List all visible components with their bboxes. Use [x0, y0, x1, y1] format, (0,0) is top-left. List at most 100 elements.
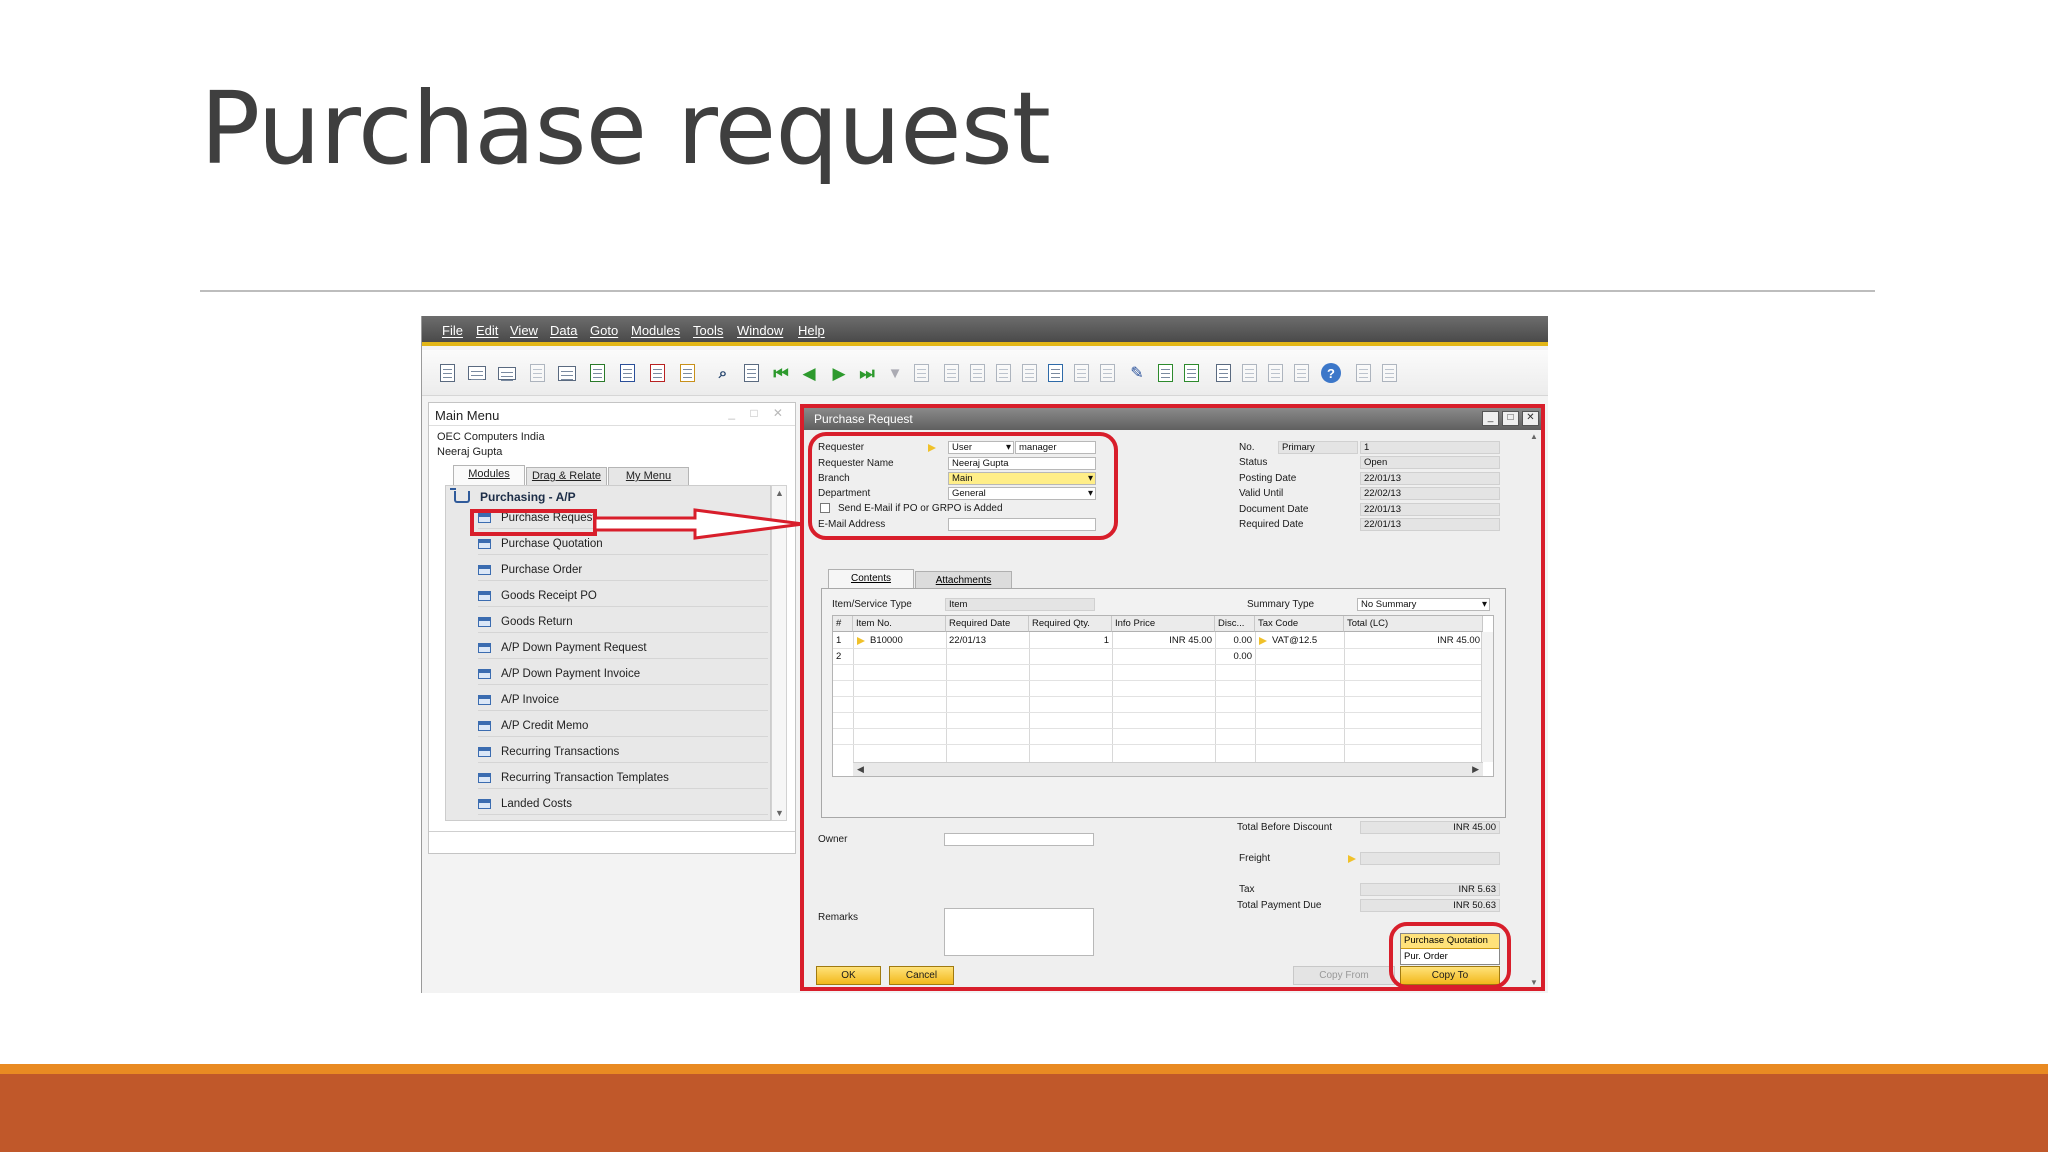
next-record-icon[interactable]: ▶ — [828, 362, 850, 384]
main-menu-window-buttons[interactable]: _ □ ✕ — [728, 406, 789, 420]
menu-edit[interactable]: Edit — [476, 323, 498, 338]
structure-icon[interactable] — [1290, 362, 1312, 384]
base-document-icon[interactable] — [940, 362, 962, 384]
excel-icon[interactable] — [586, 362, 608, 384]
tab-attachments[interactable]: Attachments — [915, 571, 1012, 589]
link-arrow-icon[interactable] — [857, 637, 865, 645]
menu-item-recurring-transactions[interactable]: Recurring Transactions — [478, 741, 768, 763]
close-icon[interactable]: ✕ — [1522, 411, 1539, 426]
link-arrow-icon[interactable] — [1259, 637, 1267, 645]
maximize-icon[interactable]: □ — [1502, 411, 1519, 426]
column-header-discount[interactable]: Disc... — [1215, 616, 1255, 632]
menu-file[interactable]: File — [442, 323, 463, 338]
cell-total[interactable] — [1344, 649, 1483, 665]
scroll-left-icon[interactable]: ◀ — [857, 764, 864, 775]
cell-tax-code[interactable] — [1269, 649, 1344, 665]
approve-icon[interactable] — [1180, 362, 1202, 384]
ok-button[interactable]: OK — [816, 966, 881, 985]
menu-item-recurring-transaction-templates[interactable]: Recurring Transaction Templates — [478, 767, 768, 789]
cell-required-date[interactable]: 22/01/13 — [946, 633, 1029, 649]
column-header-required-date[interactable]: Required Date — [946, 616, 1029, 632]
tab-drag-relate[interactable]: Drag & Relate — [526, 467, 607, 485]
doc-number-field[interactable]: 1 — [1360, 441, 1500, 454]
menu-view[interactable]: View — [510, 323, 538, 338]
document-date-field[interactable]: 22/01/13 — [1360, 503, 1500, 516]
summary-type-select[interactable]: No Summary — [1357, 598, 1490, 611]
menu-item-ap-down-payment-invoice[interactable]: A/P Down Payment Invoice — [478, 663, 768, 685]
menu-item-ap-credit-memo[interactable]: A/P Credit Memo — [478, 715, 768, 737]
menu-tools[interactable]: Tools — [693, 323, 723, 338]
new-icon[interactable] — [1154, 362, 1176, 384]
scroll-up-icon[interactable]: ▲ — [1530, 432, 1538, 441]
menu-goto[interactable]: Goto — [590, 323, 618, 338]
query-icon[interactable] — [1212, 362, 1234, 384]
menu-modules[interactable]: Modules — [631, 323, 680, 338]
menu-item-goods-return[interactable]: Goods Return — [478, 611, 768, 633]
cell-info-price[interactable]: INR 45.00 — [1112, 633, 1215, 649]
valid-until-field[interactable]: 22/02/13 — [1360, 487, 1500, 500]
find-icon[interactable]: ⌕ — [712, 362, 734, 384]
edit-icon[interactable]: ✎ — [1126, 362, 1148, 384]
menu-item-goods-receipt-po[interactable]: Goods Receipt PO — [478, 585, 768, 607]
column-header-required-qty[interactable]: Required Qty. — [1029, 616, 1112, 632]
cell-required-date[interactable] — [946, 649, 1029, 665]
settings-icon[interactable] — [1070, 362, 1092, 384]
grid-horizontal-scrollbar[interactable]: ◀ ▶ — [853, 762, 1483, 776]
first-record-icon[interactable]: ⏮ — [770, 362, 792, 384]
link-arrow-icon[interactable] — [1348, 855, 1356, 863]
cell-tax-code[interactable]: VAT@12.5 — [1269, 633, 1344, 649]
column-header-tax-code[interactable]: Tax Code — [1255, 616, 1344, 632]
scroll-down-icon[interactable]: ▼ — [1530, 978, 1538, 987]
tab-modules[interactable]: Modules — [453, 465, 525, 485]
filter-icon[interactable]: ▼ — [884, 362, 906, 384]
item-type-select[interactable]: Item — [945, 598, 1095, 611]
word-icon[interactable] — [616, 362, 638, 384]
menu-item-purchase-order[interactable]: Purchase Order — [478, 559, 768, 581]
column-header-total[interactable]: Total (LC) — [1344, 616, 1483, 632]
posting-date-field[interactable]: 22/01/13 — [1360, 472, 1500, 485]
pdf-icon[interactable] — [646, 362, 668, 384]
lock-icon[interactable] — [676, 362, 698, 384]
menu-window[interactable]: Window — [737, 323, 783, 338]
cell-discount[interactable]: 0.00 — [1215, 649, 1255, 665]
journal-icon[interactable] — [992, 362, 1014, 384]
minimize-icon[interactable]: _ — [1482, 411, 1499, 426]
scroll-right-icon[interactable]: ▶ — [1472, 764, 1479, 775]
previous-record-icon[interactable]: ◀ — [798, 362, 820, 384]
cell-discount[interactable]: 0.00 — [1215, 633, 1255, 649]
messages-icon[interactable] — [1352, 362, 1374, 384]
module-group-purchasing[interactable]: Purchasing - A/P — [450, 488, 576, 504]
alerts-icon[interactable] — [1378, 362, 1400, 384]
column-header-item-no[interactable]: Item No. — [853, 616, 946, 632]
last-record-icon[interactable]: ⏭ — [856, 362, 878, 384]
sort-icon[interactable] — [910, 362, 932, 384]
cell-info-price[interactable] — [1112, 649, 1215, 665]
preview-icon[interactable] — [436, 362, 458, 384]
freight-field[interactable] — [1360, 852, 1500, 865]
drag-icon[interactable] — [1238, 362, 1260, 384]
scroll-up-icon[interactable]: ▲ — [775, 488, 784, 498]
cell-required-qty[interactable] — [1029, 649, 1112, 665]
sms-icon[interactable] — [526, 362, 548, 384]
required-date-field[interactable]: 22/01/13 — [1360, 518, 1500, 531]
menu-data[interactable]: Data — [550, 323, 577, 338]
cell-required-qty[interactable]: 1 — [1029, 633, 1112, 649]
cell-item-no[interactable]: B10000 — [867, 633, 946, 649]
menu-item-landed-costs[interactable]: Landed Costs — [478, 793, 768, 815]
menu-item-ap-down-payment-request[interactable]: A/P Down Payment Request — [478, 637, 768, 659]
layout-designer-icon[interactable] — [1096, 362, 1118, 384]
print-icon[interactable] — [466, 362, 488, 384]
cell-item-no[interactable] — [867, 649, 946, 665]
tab-contents[interactable]: Contents — [828, 569, 914, 589]
owner-field[interactable] — [944, 833, 1094, 846]
target-document-icon[interactable] — [966, 362, 988, 384]
add-icon[interactable] — [740, 362, 762, 384]
email-icon[interactable] — [496, 362, 518, 384]
series-field[interactable]: Primary — [1278, 441, 1358, 454]
scroll-down-icon[interactable]: ▼ — [775, 808, 784, 818]
window-vertical-scrollbar[interactable]: ▲ ▼ — [1529, 432, 1539, 987]
copy-from-button[interactable]: Copy From — [1293, 966, 1395, 985]
gross-profit-icon[interactable] — [1018, 362, 1040, 384]
grid-vertical-scrollbar[interactable] — [1481, 632, 1493, 762]
column-header-info-price[interactable]: Info Price — [1112, 616, 1215, 632]
